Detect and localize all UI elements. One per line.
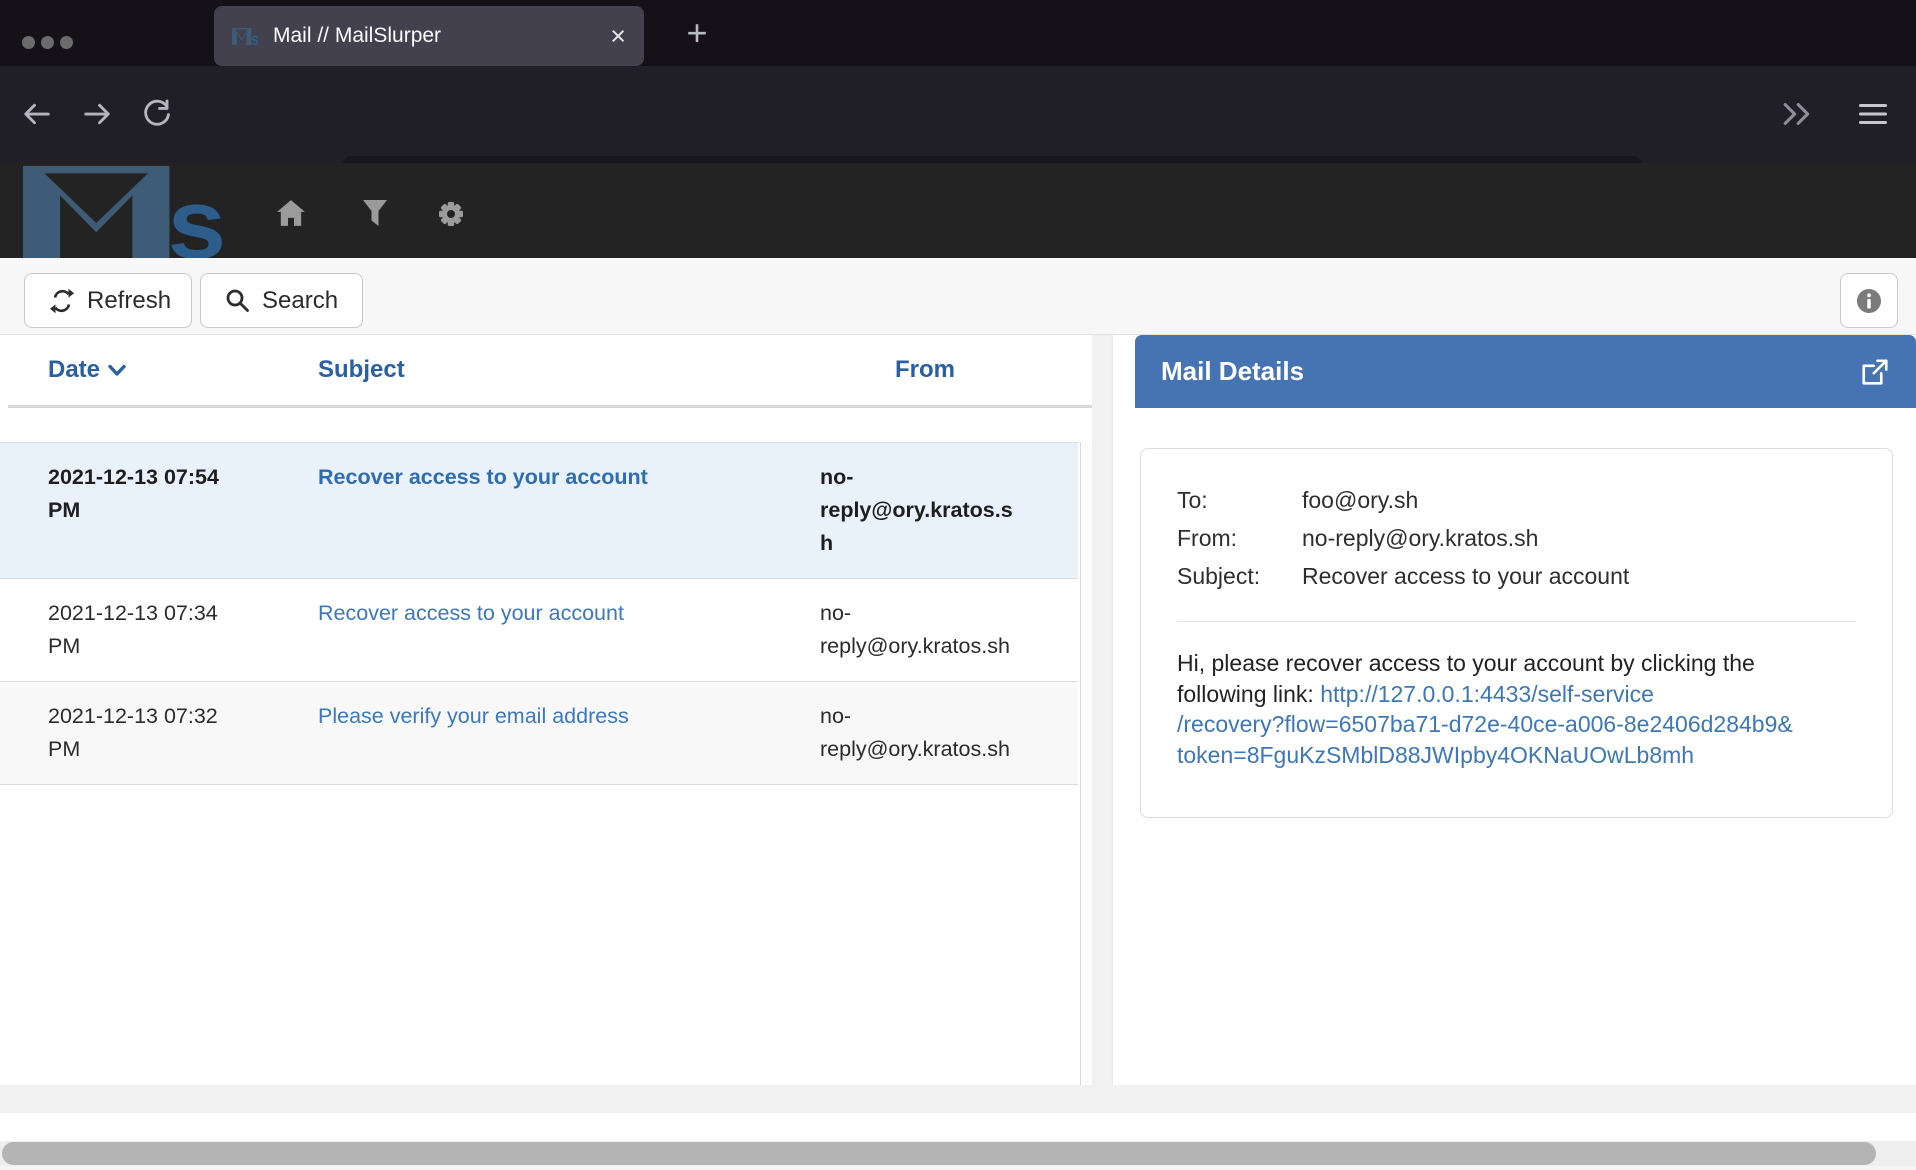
svg-text:s: s xyxy=(251,30,259,45)
tab-close-icon[interactable]: × xyxy=(610,23,626,50)
refresh-icon xyxy=(49,288,75,314)
search-button[interactable]: Search xyxy=(200,273,363,328)
column-header-from[interactable]: From xyxy=(820,356,1108,384)
to-value: foo@ory.sh xyxy=(1302,481,1418,519)
new-tab-button[interactable]: + xyxy=(680,18,714,52)
recovery-link-line: http://127.0.0.1:4433/self-service xyxy=(1320,681,1654,707)
window-maximize-dot[interactable] xyxy=(60,36,73,49)
subject-value: Recover access to your account xyxy=(1302,557,1629,595)
sort-chevron-down-icon xyxy=(108,364,126,377)
recovery-link-line: token=8FguKzSMblD88JWIpby4OKNaUOwLb8mh xyxy=(1177,740,1822,771)
mail-rows: 2021-12-13 07:54 PM Recover access to yo… xyxy=(0,442,1078,785)
app-navbar: s xyxy=(0,163,1916,258)
detail-to-row: To: foo@ory.sh xyxy=(1177,481,1856,519)
window-close-dot[interactable] xyxy=(22,36,35,49)
bottom-strip xyxy=(0,1166,1916,1170)
mail-subject: Recover access to your account xyxy=(318,461,820,560)
card-divider xyxy=(1177,621,1856,622)
mail-from: no-reply@ory.kratos.sh xyxy=(820,597,1025,663)
forward-icon[interactable] xyxy=(82,99,112,129)
mailslurper-logo: s xyxy=(23,166,228,258)
mail-from: no-reply@ory.kratos.sh xyxy=(820,461,1025,560)
mail-row[interactable]: 2021-12-13 07:32 PM Please verify your e… xyxy=(0,681,1078,785)
info-button[interactable] xyxy=(1840,273,1898,328)
subject-label: Subject: xyxy=(1177,557,1302,595)
search-button-label: Search xyxy=(262,287,338,315)
overflow-chevrons-icon[interactable] xyxy=(1780,101,1814,127)
filter-icon[interactable] xyxy=(362,199,388,227)
mail-details-header: Mail Details xyxy=(1135,335,1916,408)
to-label: To: xyxy=(1177,481,1302,519)
external-link-icon[interactable] xyxy=(1860,357,1890,387)
browser-tab-bar: s Mail // MailSlurper × + xyxy=(0,0,1916,66)
mail-row[interactable]: 2021-12-13 07:34 PM Recover access to yo… xyxy=(0,578,1078,681)
column-header-subject[interactable]: Subject xyxy=(318,356,820,384)
bottom-white-band xyxy=(0,1113,1916,1141)
home-icon[interactable] xyxy=(276,199,306,227)
mail-date: 2021-12-13 07:32 PM xyxy=(48,700,228,766)
mail-body: Hi, please recover access to your accoun… xyxy=(1177,648,1822,770)
mail-row-selected[interactable]: 2021-12-13 07:54 PM Recover access to yo… xyxy=(0,442,1078,578)
search-icon xyxy=(225,288,250,313)
menu-hamburger-icon[interactable] xyxy=(1858,102,1888,126)
browser-toolbar: 127.0.0.1:4436/# 90% xyxy=(0,66,1916,163)
mail-list-panel: 2021-12-13 07:54 PM Recover access to yo… xyxy=(0,408,1092,1085)
info-icon xyxy=(1856,288,1882,314)
mail-subject: Please verify your email address xyxy=(318,700,820,766)
mail-details-card: To: foo@ory.sh From: no-reply@ory.kratos… xyxy=(1140,448,1893,818)
tab-title: Mail // MailSlurper xyxy=(273,24,610,48)
mail-subject: Recover access to your account xyxy=(318,597,820,663)
detail-from-row: From: no-reply@ory.kratos.sh xyxy=(1177,519,1856,557)
settings-gear-icon[interactable] xyxy=(436,199,466,229)
detail-subject-row: Subject: Recover access to your account xyxy=(1177,557,1856,595)
tab-favicon: s xyxy=(232,28,259,45)
refresh-button-label: Refresh xyxy=(87,287,171,315)
horizontal-scrollbar-thumb[interactable] xyxy=(2,1142,1876,1165)
from-value: no-reply@ory.kratos.sh xyxy=(1302,519,1538,557)
refresh-button[interactable]: Refresh xyxy=(24,273,192,328)
reload-icon[interactable] xyxy=(142,99,172,129)
panel-divider xyxy=(1092,335,1113,1113)
window-minimize-dot[interactable] xyxy=(41,36,54,49)
mail-list-header: Date Subject From xyxy=(0,335,1108,407)
mail-details-title: Mail Details xyxy=(1161,356,1860,387)
mail-subject-link[interactable]: Recover access to your account xyxy=(318,465,648,489)
action-toolbar: Refresh Search xyxy=(0,258,1916,335)
recovery-link-line: /recovery?flow=6507ba71-d72e-40ce-a006-8… xyxy=(1177,709,1822,740)
column-header-date[interactable]: Date xyxy=(48,356,318,384)
bottom-gap xyxy=(0,1085,1916,1113)
browser-tab[interactable]: s Mail // MailSlurper × xyxy=(214,6,644,66)
mail-date: 2021-12-13 07:34 PM xyxy=(48,597,228,663)
window-controls[interactable] xyxy=(22,36,73,49)
mail-from: no-reply@ory.kratos.sh xyxy=(820,700,1025,766)
mail-subject-link[interactable]: Recover access to your account xyxy=(318,601,624,625)
horizontal-scrollbar-track[interactable] xyxy=(0,1141,1916,1166)
mailslurper-window: s Mail // MailSlurper × + 127.0.0.1:4436… xyxy=(0,0,1916,1170)
from-label: From: xyxy=(1177,519,1302,557)
date-column-label: Date xyxy=(48,356,100,384)
mail-subject-link[interactable]: Please verify your email address xyxy=(318,704,629,728)
back-icon[interactable] xyxy=(22,99,52,129)
mail-date: 2021-12-13 07:54 PM xyxy=(48,461,228,560)
svg-text:s: s xyxy=(167,168,226,258)
